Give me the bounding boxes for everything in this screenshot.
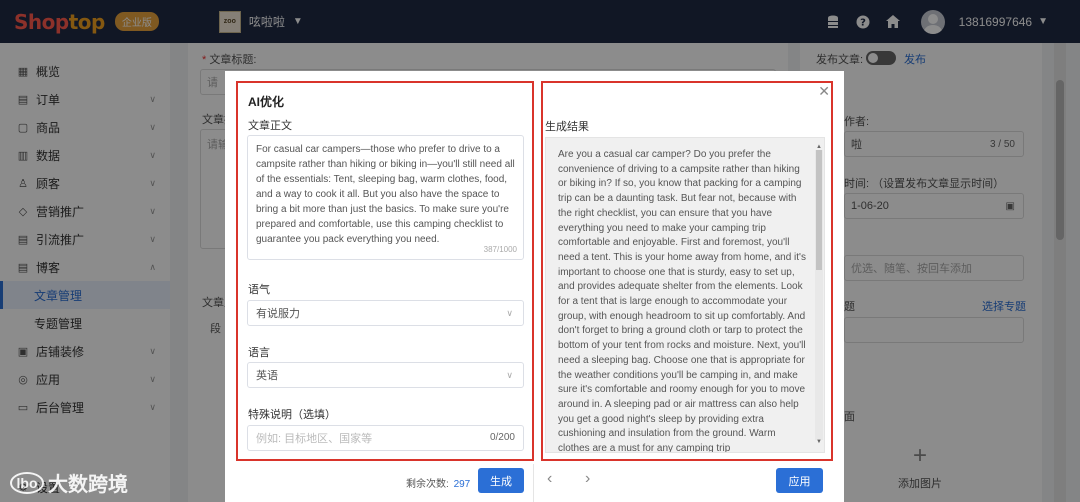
- chevron-right-icon[interactable]: ›: [585, 470, 590, 488]
- article-body-textarea[interactable]: For casual car campers—those who prefer …: [247, 135, 524, 260]
- result-scrollbar-thumb[interactable]: [816, 150, 822, 270]
- special-note-input[interactable]: 例如: 目标地区、国家等 0/200: [247, 425, 524, 451]
- generate-button[interactable]: 生成: [478, 468, 524, 493]
- language-value: 英语: [256, 370, 278, 382]
- dialog-footer: 剩余次数: 297 生成 ‹ › 应用: [225, 464, 844, 502]
- tone-select[interactable]: 有说服力 ∨: [247, 300, 524, 326]
- chevron-left-icon[interactable]: ‹: [547, 470, 552, 488]
- tone-label: 语气: [248, 284, 270, 296]
- body-char-count: 387/1000: [483, 245, 517, 254]
- result-text: Are you a casual car camper? Do you pref…: [558, 149, 806, 453]
- chevron-down-icon: ∨: [506, 308, 513, 318]
- remaining-count: 剩余次数: 297: [406, 479, 471, 490]
- watermark: lbo 大数跨境: [10, 468, 128, 497]
- note-char-count: 0/200: [489, 432, 515, 443]
- footer-divider: [533, 464, 534, 502]
- note-placeholder: 例如: 目标地区、国家等: [256, 433, 373, 445]
- ai-input-panel: AI优化 文章正文 For casual car campers—those w…: [236, 81, 534, 461]
- chevron-down-icon: ∨: [506, 370, 513, 380]
- result-label: 生成结果: [545, 121, 589, 133]
- ai-optimize-dialog: ✕ AI优化 文章正文 For casual car campers—those…: [225, 71, 844, 502]
- result-textarea[interactable]: Are you a casual car camper? Do you pref…: [545, 137, 825, 453]
- dialog-title: AI优化: [248, 95, 285, 109]
- ai-result-panel: 生成结果 Are you a casual car camper? Do you…: [541, 81, 833, 461]
- scroll-up-icon[interactable]: ▲: [816, 140, 822, 155]
- watermark-logo-icon: lbo: [10, 471, 44, 494]
- body-label: 文章正文: [248, 120, 292, 132]
- tone-value: 有说服力: [256, 308, 300, 320]
- scroll-down-icon[interactable]: ▼: [816, 435, 822, 450]
- language-label: 语言: [248, 347, 270, 359]
- apply-button[interactable]: 应用: [776, 468, 823, 493]
- note-label: 特殊说明（选填）: [248, 409, 336, 421]
- language-select[interactable]: 英语 ∨: [247, 362, 524, 388]
- article-body-text: For casual car campers—those who prefer …: [256, 144, 515, 245]
